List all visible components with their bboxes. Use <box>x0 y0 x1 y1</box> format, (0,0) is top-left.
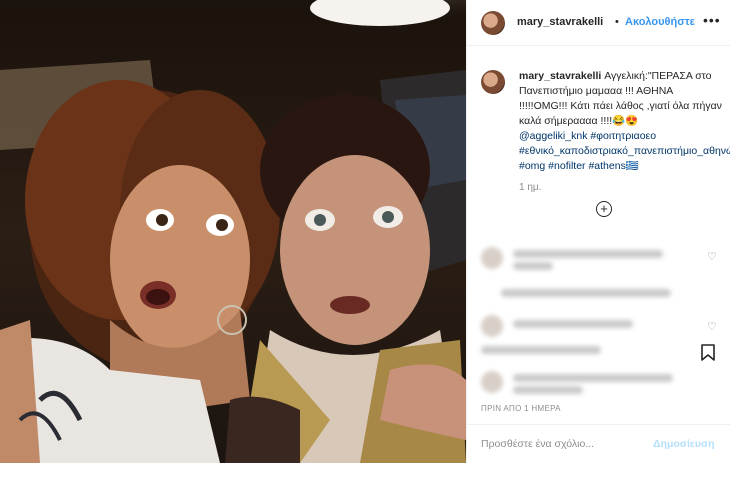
blurred-text <box>513 374 673 382</box>
blurred-text <box>513 320 633 328</box>
post-sidebar: mary_stavrakelli • Ακολουθήστε ••• mary_… <box>466 0 730 463</box>
blurred-text <box>501 289 671 297</box>
blurred-comment <box>481 283 717 309</box>
load-more-comments-icon[interactable]: + <box>596 201 612 217</box>
photo-illustration <box>0 0 466 463</box>
blurred-comment: ♡ <box>481 244 717 270</box>
caption-time: 1 ημ. <box>519 182 542 193</box>
comment-input[interactable]: Προσθέστε ένα σχόλιο... <box>481 438 594 450</box>
blurred-avatar <box>481 315 503 337</box>
avatar[interactable] <box>481 11 505 35</box>
post-date: ΠΡΙΝ ΑΠΟ 1 ΗΜΕΡΑ <box>481 404 561 413</box>
post-photo[interactable] <box>0 0 466 463</box>
caption-text: mary_stavrakelli Αγγελική:"ΠΕΡΑΣΑ στο Πα… <box>519 69 730 174</box>
blurred-avatar <box>481 371 503 393</box>
separator-dot: • <box>615 16 619 28</box>
blurred-text <box>513 386 583 394</box>
blurred-action-icons <box>481 346 601 354</box>
caption-mention[interactable]: @aggeliki_knk <box>519 130 587 142</box>
more-horizontal-icon[interactable]: ••• <box>703 12 721 28</box>
blurred-text <box>513 250 663 258</box>
post-comment-button[interactable]: Δημοσίευση <box>653 438 715 450</box>
heart-icon[interactable]: ♡ <box>707 250 717 263</box>
blurred-comment: ♡ <box>481 312 717 338</box>
heart-icon[interactable]: ♡ <box>707 320 717 333</box>
username-link[interactable]: mary_stavrakelli <box>517 16 603 28</box>
blurred-text <box>513 262 553 270</box>
bottom-margin <box>0 463 730 491</box>
bookmark-icon[interactable] <box>701 344 715 361</box>
follow-button[interactable]: Ακολουθήστε <box>625 16 695 28</box>
blurred-avatar <box>481 247 503 269</box>
blurred-likes <box>481 368 717 394</box>
comment-bar: Προσθέστε ένα σχόλιο... Δημοσίευση <box>467 424 730 463</box>
blurred-actions <box>481 338 717 364</box>
caption-avatar[interactable] <box>481 70 505 94</box>
caption-username[interactable]: mary_stavrakelli <box>519 70 601 82</box>
post-header: mary_stavrakelli • Ακολουθήστε ••• <box>467 0 730 46</box>
